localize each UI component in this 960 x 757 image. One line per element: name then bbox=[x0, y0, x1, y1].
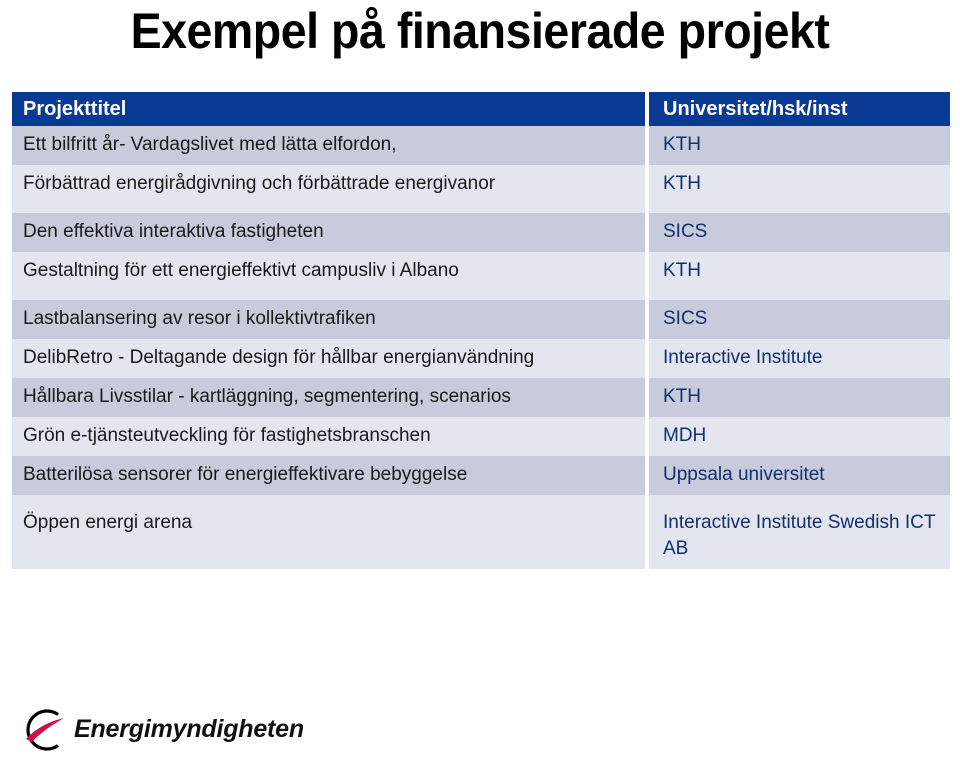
cell-organisation: KTH bbox=[649, 126, 950, 165]
table-row: Gestaltning för ett energieffektivt camp… bbox=[12, 252, 950, 291]
project-title-text: Öppen energi arena bbox=[23, 512, 193, 533]
energy-agency-mark-icon bbox=[26, 709, 64, 751]
organisation-text: SICS bbox=[663, 221, 708, 242]
row-spacer bbox=[12, 495, 950, 504]
row-spacer-left bbox=[12, 204, 645, 213]
project-title-text: Grön e-tjänsteutveckling för fastighetsb… bbox=[23, 425, 431, 446]
project-title-text: Hållbara Livsstilar - kartläggning, segm… bbox=[23, 386, 511, 407]
cell-project-title: Ett bilfritt år- Vardagslivet med lätta … bbox=[12, 126, 645, 165]
row-spacer bbox=[12, 204, 950, 213]
row-spacer-right bbox=[649, 291, 950, 300]
cell-organisation: KTH bbox=[649, 165, 950, 204]
row-spacer-right bbox=[649, 495, 950, 504]
table-row: Grön e-tjänsteutveckling för fastighetsb… bbox=[12, 417, 950, 456]
organisation-text: SICS bbox=[663, 308, 708, 329]
organisation-text: KTH bbox=[663, 386, 701, 407]
project-title-text: Batterilösa sensorer för energieffektiva… bbox=[23, 464, 468, 485]
cell-project-title: Gestaltning för ett energieffektivt camp… bbox=[12, 252, 645, 291]
page-title: Exempel på finansierade projekt bbox=[130, 3, 830, 59]
row-spacer-left bbox=[12, 291, 645, 300]
cell-organisation: KTH bbox=[649, 378, 950, 417]
row-spacer bbox=[12, 291, 950, 300]
column-header-project-title-label: Projekttitel bbox=[23, 98, 127, 120]
column-header-project-title: Projekttitel bbox=[12, 92, 645, 126]
row-spacer-right bbox=[649, 204, 950, 213]
project-title-text: Gestaltning för ett energieffektivt camp… bbox=[23, 260, 459, 281]
organisation-text: MDH bbox=[663, 425, 707, 446]
organisation-text: Interactive Institute bbox=[663, 347, 823, 368]
cell-project-title: Batterilösa sensorer för energieffektiva… bbox=[12, 456, 645, 495]
cell-project-title: Förbättrad energirådgivning och förbättr… bbox=[12, 165, 645, 204]
project-title-text: Lastbalansering av resor i kollektivtraf… bbox=[23, 308, 376, 329]
projects-table: Projekttitel Universitet/hsk/inst Ett bi… bbox=[12, 92, 950, 569]
table-header-row: Projekttitel Universitet/hsk/inst bbox=[12, 92, 950, 126]
table-row: Förbättrad energirådgivning och förbättr… bbox=[12, 165, 950, 204]
table-row: Batterilösa sensorer för energieffektiva… bbox=[12, 456, 950, 495]
table-row: Ett bilfritt år- Vardagslivet med lätta … bbox=[12, 126, 950, 165]
cell-organisation: SICS bbox=[649, 213, 950, 252]
cell-organisation: Interactive Institute Swedish ICT AB bbox=[649, 504, 950, 569]
cell-organisation: MDH bbox=[649, 417, 950, 456]
cell-organisation: KTH bbox=[649, 252, 950, 291]
organisation-text: Interactive Institute Swedish ICT AB bbox=[663, 512, 936, 559]
table-row: Hållbara Livsstilar - kartläggning, segm… bbox=[12, 378, 950, 417]
cell-organisation: SICS bbox=[649, 300, 950, 339]
energimyndigheten-logo: Energimyndigheten bbox=[18, 706, 304, 754]
organisation-text: KTH bbox=[663, 134, 701, 155]
row-spacer-left bbox=[12, 495, 645, 504]
organisation-text: KTH bbox=[663, 260, 701, 281]
logo-wordmark: Energimyndigheten bbox=[74, 715, 304, 743]
cell-organisation: Uppsala universitet bbox=[649, 456, 950, 495]
organisation-text: Uppsala universitet bbox=[663, 464, 825, 485]
cell-project-title: Den effektiva interaktiva fastigheten bbox=[12, 213, 645, 252]
table-row: Lastbalansering av resor i kollektivtraf… bbox=[12, 300, 950, 339]
cell-project-title: DelibRetro - Deltagande design för hållb… bbox=[12, 339, 645, 378]
cell-organisation: Interactive Institute bbox=[649, 339, 950, 378]
organisation-text: KTH bbox=[663, 173, 701, 194]
table-row: Den effektiva interaktiva fastigheten SI… bbox=[12, 213, 950, 252]
column-header-organisation-label: Universitet/hsk/inst bbox=[663, 98, 848, 120]
cell-project-title: Grön e-tjänsteutveckling för fastighetsb… bbox=[12, 417, 645, 456]
table-row: DelibRetro - Deltagande design för hållb… bbox=[12, 339, 950, 378]
column-header-organisation: Universitet/hsk/inst bbox=[649, 92, 950, 126]
table-header: Projekttitel Universitet/hsk/inst bbox=[12, 92, 950, 126]
project-title-text: DelibRetro - Deltagande design för hållb… bbox=[23, 347, 535, 368]
cell-project-title: Lastbalansering av resor i kollektivtraf… bbox=[12, 300, 645, 339]
cell-project-title: Öppen energi arena bbox=[12, 504, 645, 569]
table-body: Ett bilfritt år- Vardagslivet med lätta … bbox=[12, 126, 950, 569]
table-row: Öppen energi arena Interactive Institute… bbox=[12, 504, 950, 569]
project-title-text: Den effektiva interaktiva fastigheten bbox=[23, 221, 324, 242]
project-title-text: Förbättrad energirådgivning och förbättr… bbox=[23, 173, 496, 194]
project-title-text: Ett bilfritt år- Vardagslivet med lätta … bbox=[23, 134, 397, 155]
cell-project-title: Hållbara Livsstilar - kartläggning, segm… bbox=[12, 378, 645, 417]
